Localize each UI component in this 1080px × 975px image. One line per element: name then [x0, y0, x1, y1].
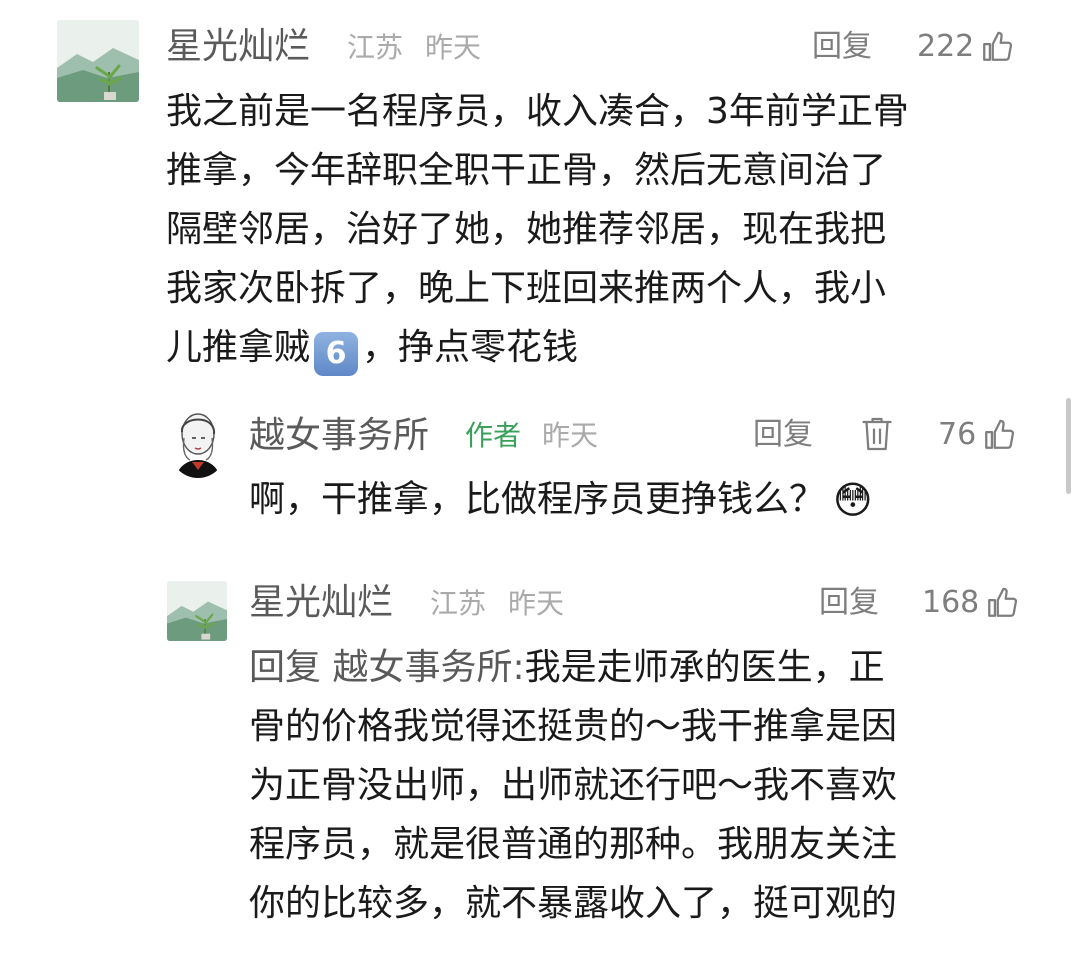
- thumbs-up-icon: [983, 31, 1013, 61]
- comment-body: 回复 越女事务所:我是走师承的医生，正 骨的价格我觉得还挺贵的～我干推拿是因 为…: [249, 638, 897, 933]
- comment-body: 啊，干推拿，比做程序员更挣钱么？ 😳: [249, 470, 873, 530]
- thumbs-up-icon: [985, 419, 1015, 449]
- comment-line: 儿推拿贼 6 ，挣点零花钱: [166, 318, 909, 377]
- author-sketch-avatar-image: [170, 408, 226, 478]
- reply-button[interactable]: 回复: [819, 588, 879, 618]
- comment-line: 我家次卧拆了，晚上下班回来推两个人，我小: [166, 268, 887, 309]
- comment-line: 程序员，就是很普通的那种。我朋友关注: [249, 824, 898, 865]
- comment-line: 我之前是一名程序员，收入凑合，3年前学正骨: [166, 91, 909, 132]
- like-button[interactable]: 168: [922, 586, 1019, 620]
- thumbs-up-icon: [988, 587, 1018, 617]
- like-button[interactable]: 76: [938, 418, 1016, 452]
- like-count: 76: [938, 417, 977, 452]
- comment-time: 昨天: [425, 31, 482, 64]
- landscape-avatar-image: [57, 20, 139, 102]
- like-button[interactable]: 222: [917, 30, 1014, 64]
- like-count: 168: [922, 585, 980, 620]
- mention-link[interactable]: 越女事务所:: [332, 647, 524, 688]
- comment-text-part: ，挣点零花钱: [362, 327, 579, 368]
- comment-location: 江苏: [430, 587, 487, 620]
- comment-time: 昨天: [508, 587, 565, 620]
- keycap-six-emoji: 6: [314, 332, 359, 376]
- reply-button[interactable]: 回复: [812, 32, 872, 62]
- comment-line: 你的比较多，就不暴露收入了，挺可观的: [249, 883, 898, 924]
- comment-time: 昨天: [542, 419, 599, 452]
- author-avatar[interactable]: [170, 408, 226, 478]
- scrollbar[interactable]: [1066, 398, 1071, 494]
- delete-button[interactable]: [859, 414, 895, 458]
- landscape-avatar-image: [167, 581, 227, 641]
- reply-button[interactable]: 回复: [753, 420, 813, 450]
- comment-line: 骨的价格我觉得还挺贵的～我干推拿是因: [249, 706, 898, 747]
- user-avatar[interactable]: [167, 581, 227, 641]
- comment-line: 隔壁邻居，治好了她，她推荐邻居，现在我把: [166, 209, 887, 250]
- comment-text-part: 儿推拿贼: [166, 327, 311, 368]
- reply-prefix: 回复: [249, 647, 322, 688]
- flushed-face-emoji: 😳: [833, 478, 873, 522]
- comment-username[interactable]: 越女事务所: [249, 418, 429, 454]
- user-avatar[interactable]: [57, 20, 139, 102]
- comment-username[interactable]: 星光灿烂: [249, 585, 393, 621]
- trash-icon: [862, 417, 892, 451]
- author-badge: 作者: [465, 419, 522, 452]
- comment-username[interactable]: 星光灿烂: [166, 29, 310, 65]
- comment-line: 回复 越女事务所:我是走师承的医生，正: [249, 638, 897, 697]
- comment-body: 我之前是一名程序员，收入凑合，3年前学正骨 推拿，今年辞职全职干正骨，然后无意间…: [166, 82, 909, 377]
- comment-text: 啊，干推拿，比做程序员更挣钱么？: [249, 479, 826, 520]
- like-count: 222: [917, 29, 975, 64]
- comment-line: 为正骨没出师，出师就还行吧～我不喜欢: [249, 765, 898, 806]
- comment-location: 江苏: [347, 31, 404, 64]
- comment-text-part: 我是走师承的医生，正: [524, 647, 885, 688]
- comment-line: 推拿，今年辞职全职干正骨，然后无意间治了: [166, 150, 887, 191]
